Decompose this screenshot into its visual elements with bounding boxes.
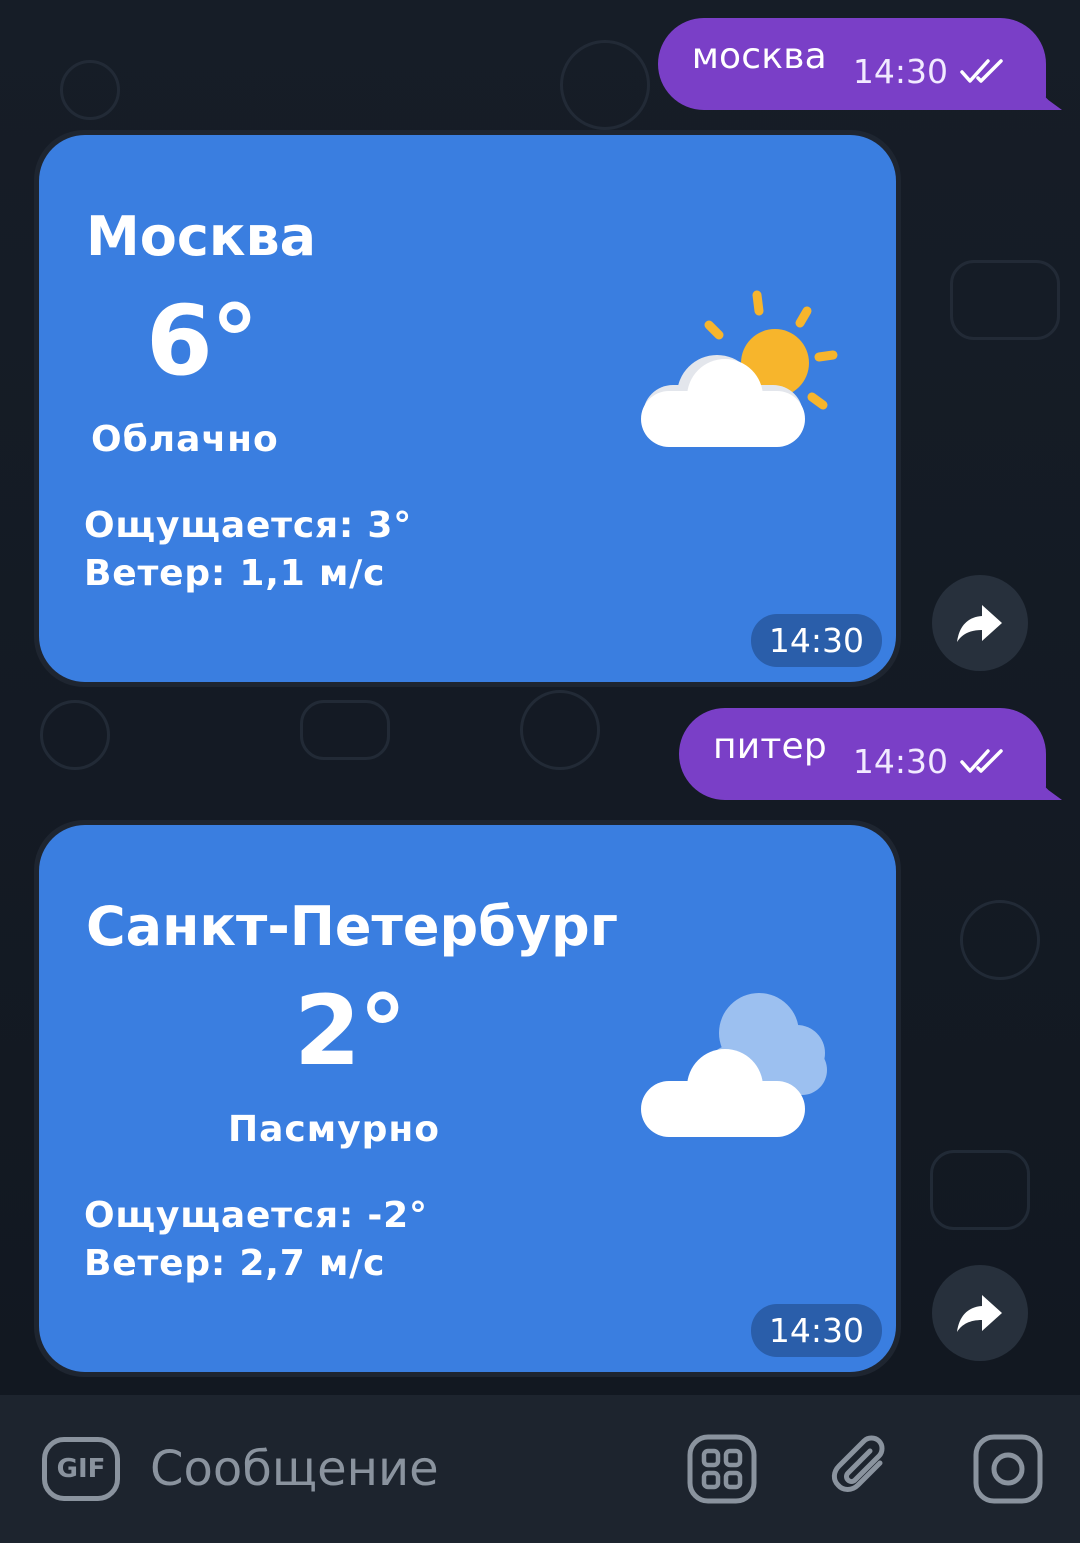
weather-card: Санкт-Петербург 2° Пасмурно Ощущается: -… — [39, 825, 896, 1372]
feels-like: Ощущается: 3° — [84, 505, 413, 546]
stickers-grid-icon[interactable] — [684, 1431, 760, 1507]
message-time: 14:30 — [750, 614, 882, 667]
weather-card: Москва 6° Облачно Ощущается: 3° Ветер: 1… — [39, 135, 896, 682]
message-input-bar: GIF — [0, 1395, 1080, 1543]
city-name: Москва — [86, 205, 317, 268]
temperature: 2° — [294, 975, 407, 1087]
message-time: 14:30 — [852, 741, 948, 781]
double-check-icon — [960, 746, 1010, 776]
city-name: Санкт-Петербург — [86, 895, 618, 958]
outgoing-message[interactable]: москва 14:30 — [657, 18, 1062, 110]
gif-label: GIF — [56, 1454, 106, 1484]
temperature: 6° — [146, 285, 259, 397]
message-time: 14:30 — [852, 51, 948, 91]
feels-like: Ощущается: -2° — [84, 1195, 428, 1236]
overcast-icon — [637, 975, 847, 1149]
wind-speed: Ветер: 1,1 м/с — [84, 553, 386, 594]
paperclip-icon[interactable] — [826, 1431, 902, 1507]
message-time: 14:30 — [750, 1304, 882, 1357]
weather-card-message[interactable]: Москва 6° Облачно Ощущается: 3° Ветер: 1… — [34, 130, 901, 687]
partly-sunny-icon — [637, 285, 847, 459]
gif-icon[interactable]: GIF — [42, 1437, 120, 1501]
condition: Пасмурно — [228, 1109, 441, 1150]
message-text: питер — [712, 725, 827, 767]
share-arrow-icon — [957, 1295, 1002, 1332]
camera-icon[interactable] — [970, 1431, 1046, 1507]
wind-speed: Ветер: 2,7 м/с — [84, 1243, 386, 1284]
share-arrow-icon — [957, 605, 1002, 642]
condition: Облачно — [91, 419, 279, 460]
double-check-icon — [960, 56, 1010, 86]
message-text: москва — [691, 35, 827, 77]
share-button[interactable] — [932, 575, 1028, 671]
outgoing-message[interactable]: питер 14:30 — [678, 708, 1062, 800]
share-button[interactable] — [932, 1265, 1028, 1361]
message-input[interactable] — [150, 1435, 650, 1503]
weather-card-message[interactable]: Санкт-Петербург 2° Пасмурно Ощущается: -… — [34, 820, 901, 1377]
